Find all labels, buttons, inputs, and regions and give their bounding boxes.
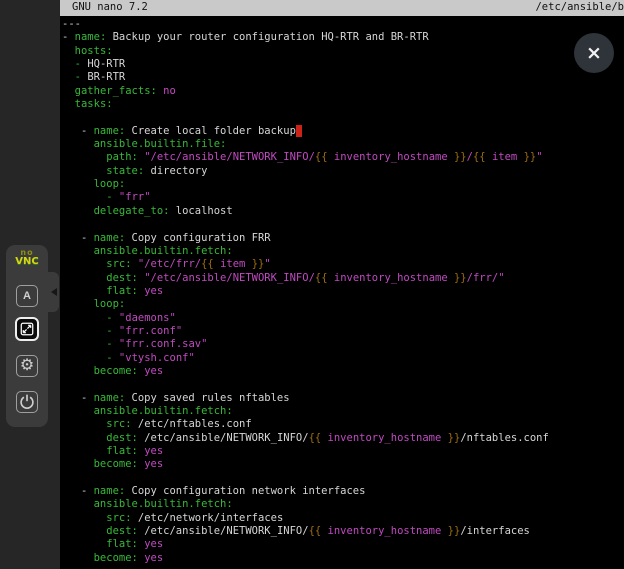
- vnc-screen: GNU nano 7.2 /etc/ansible/b ---- name: B…: [0, 0, 624, 569]
- keyboard-icon: A: [23, 290, 31, 302]
- code-line: - "frr.conf.sav": [62, 338, 624, 351]
- code-line: ansible.builtin.fetch:: [62, 498, 624, 511]
- code-line: loop:: [62, 298, 624, 311]
- nano-app-title: GNU nano 7.2: [72, 1, 148, 14]
- code-line: - "daemons": [62, 312, 624, 325]
- close-button[interactable]: ×: [574, 33, 614, 73]
- code-line: become: yes: [62, 365, 624, 378]
- code-line: dest: /etc/ansible/NETWORK_INFO/{{ inven…: [62, 432, 624, 445]
- fullscreen-button[interactable]: [15, 317, 39, 341]
- code-line: flat: yes: [62, 445, 624, 458]
- code-line: delegate_to: localhost: [62, 205, 624, 218]
- code-line: - name: Create local folder backup: [62, 125, 624, 138]
- code-line: - name: Copy configuration network inter…: [62, 485, 624, 498]
- disconnect-button[interactable]: [16, 391, 38, 413]
- code-line: - BR-RTR: [62, 71, 624, 84]
- nano-file-path: /etc/ansible/b: [535, 1, 624, 14]
- code-line: [62, 378, 624, 391]
- code-line: - name: Backup your router configuration…: [62, 31, 624, 44]
- gear-icon: ⚙: [20, 358, 34, 374]
- settings-button[interactable]: ⚙: [16, 355, 38, 377]
- code-line: dest: /etc/ansible/NETWORK_INFO/{{ inven…: [62, 525, 624, 538]
- code-line: - "vtysh.conf": [62, 352, 624, 365]
- code-line: - HQ-RTR: [62, 58, 624, 71]
- power-icon: [18, 393, 36, 411]
- code-line: [62, 472, 624, 485]
- nano-titlebar: GNU nano 7.2 /etc/ansible/b: [60, 0, 624, 16]
- code-line: path: "/etc/ansible/NETWORK_INFO/{{ inve…: [62, 151, 624, 164]
- control-bar-handle[interactable]: [48, 272, 59, 312]
- code-line: - "frr.conf": [62, 325, 624, 338]
- novnc-logo: no VNC: [6, 249, 48, 267]
- code-line: ansible.builtin.file:: [62, 138, 624, 151]
- code-line: src: /etc/network/interfaces: [62, 512, 624, 525]
- code-line: - name: Copy saved rules nftables: [62, 392, 624, 405]
- terminal-window: GNU nano 7.2 /etc/ansible/b ---- name: B…: [60, 0, 624, 569]
- code-line: loop:: [62, 178, 624, 191]
- code-line: become: yes: [62, 458, 624, 471]
- code-area[interactable]: ---- name: Backup your router configurat…: [60, 16, 624, 565]
- code-line: flat: yes: [62, 285, 624, 298]
- close-icon: ×: [586, 44, 602, 63]
- code-line: - name: Copy configuration FRR: [62, 232, 624, 245]
- code-line: gather_facts: no: [62, 85, 624, 98]
- novnc-logo-bottom: VNC: [6, 257, 48, 267]
- code-line: become: yes: [62, 552, 624, 565]
- code-line: src: /etc/nftables.conf: [62, 418, 624, 431]
- code-line: ansible.builtin.fetch:: [62, 405, 624, 418]
- code-line: flat: yes: [62, 538, 624, 551]
- code-line: ---: [62, 18, 624, 31]
- code-line: tasks:: [62, 98, 624, 111]
- code-line: hosts:: [62, 45, 624, 58]
- code-line: dest: "/etc/ansible/NETWORK_INFO/{{ inve…: [62, 272, 624, 285]
- code-line: src: "/etc/frr/{{ item }}": [62, 258, 624, 271]
- collapse-arrow-icon: [51, 288, 57, 296]
- fullscreen-icon: [18, 320, 36, 338]
- code-line: state: directory: [62, 165, 624, 178]
- keyboard-button[interactable]: A: [16, 285, 38, 307]
- code-line: [62, 218, 624, 231]
- code-line: [62, 111, 624, 124]
- code-line: ansible.builtin.fetch:: [62, 245, 624, 258]
- vnc-control-bar: no VNC A ⚙: [6, 245, 48, 427]
- code-line: - "frr": [62, 191, 624, 204]
